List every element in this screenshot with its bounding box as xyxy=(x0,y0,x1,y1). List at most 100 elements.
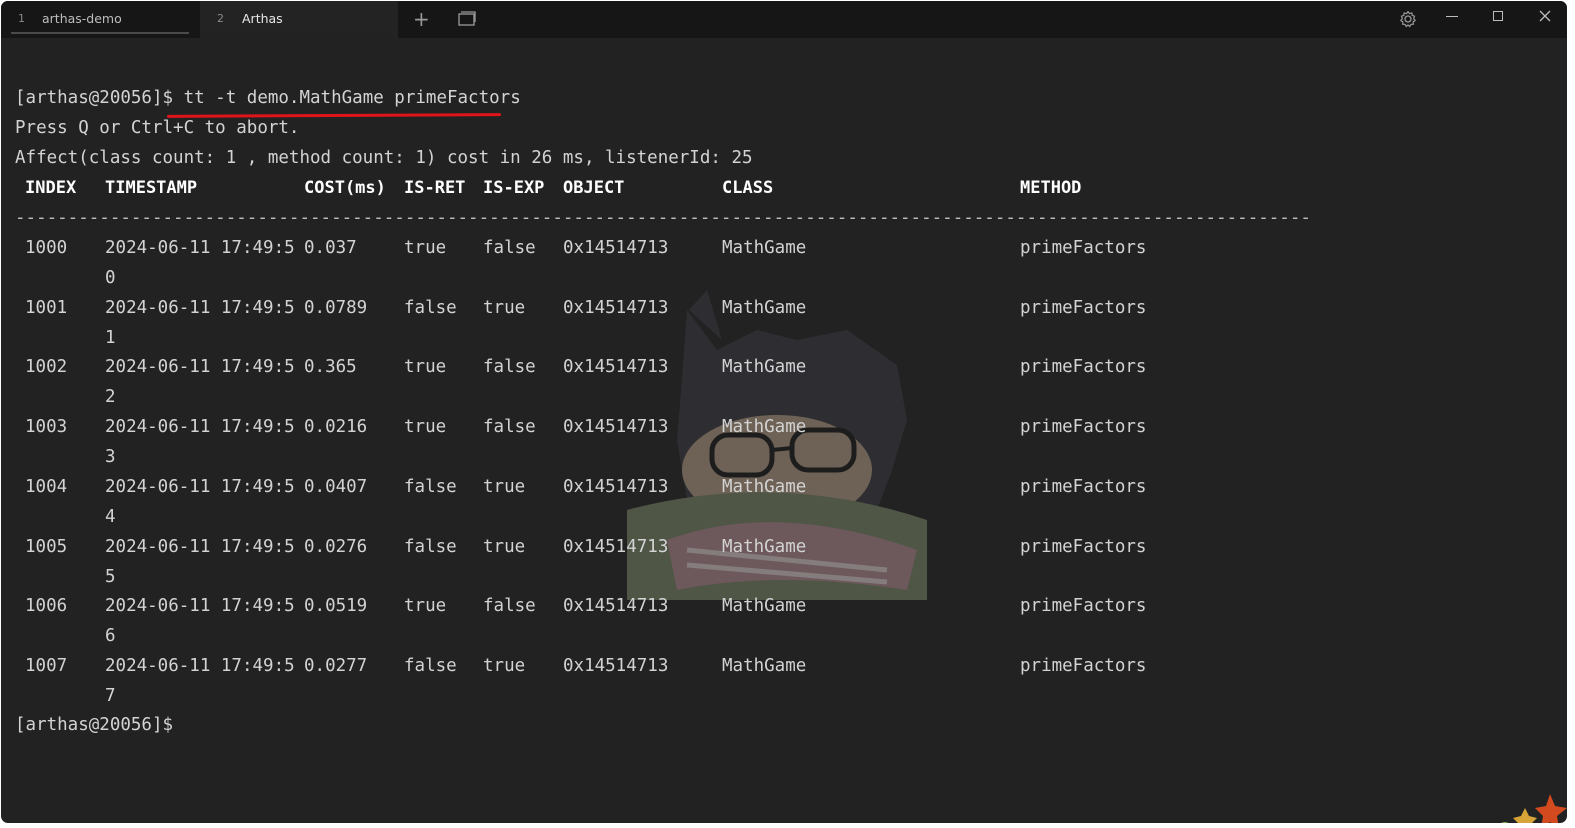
cell-is-exp: true xyxy=(483,297,526,318)
cell-class: MathGame xyxy=(722,476,807,497)
cell-cost: 0.0277 xyxy=(304,655,368,676)
tab-title: Arthas xyxy=(242,11,283,26)
cell-index: 1000 xyxy=(25,238,68,258)
tab-overview-icon[interactable] xyxy=(458,10,476,26)
terminal-window: 1 arthas-demo 2 Arthas + [arthas@20056]$… xyxy=(1,1,1567,823)
cell-is-ret: false xyxy=(404,476,457,497)
abort-hint: Press Q or Ctrl+C to abort. xyxy=(15,118,300,138)
cell-is-ret: true xyxy=(404,238,447,258)
minimize-icon[interactable] xyxy=(1446,16,1458,17)
cell-index: 1003 xyxy=(25,417,68,438)
cell-object: 0x14514713 xyxy=(563,357,669,378)
table-separator: ----------------------------------------… xyxy=(15,208,1311,228)
cell-index: 1006 xyxy=(25,596,68,617)
cell-is-ret: false xyxy=(404,536,457,557)
cell-timestamp: 2024-06-11 17:49:5 xyxy=(105,297,295,318)
cell-object: 0x14514713 xyxy=(563,655,669,676)
maximize-icon[interactable] xyxy=(1493,11,1503,21)
prompt: [arthas@20056]$ xyxy=(15,88,184,108)
cell-timestamp-wrap: 1 xyxy=(105,327,116,348)
cell-timestamp-wrap: 3 xyxy=(105,447,116,468)
command-text: tt -t demo.MathGame primeFactors xyxy=(183,88,521,108)
cell-is-ret: true xyxy=(404,596,447,617)
header-cost: COST(ms) xyxy=(304,178,386,198)
tab-number: 1 xyxy=(18,12,25,25)
cell-is-exp: false xyxy=(483,238,536,258)
cell-timestamp-wrap: 2 xyxy=(105,387,116,408)
cell-index: 1004 xyxy=(25,476,68,497)
cell-timestamp: 2024-06-11 17:49:5 xyxy=(105,357,295,378)
cell-is-ret: false xyxy=(404,655,457,676)
cell-cost: 0.0789 xyxy=(304,297,368,318)
cell-is-exp: false xyxy=(483,357,536,378)
cell-object: 0x14514713 xyxy=(563,297,669,318)
cell-index: 1001 xyxy=(25,297,68,318)
header-object: OBJECT xyxy=(563,178,625,198)
cell-is-ret: false xyxy=(404,297,457,318)
tab-number: 2 xyxy=(217,12,224,25)
cell-class: MathGame xyxy=(722,596,807,617)
cell-cost: 0.037 xyxy=(304,238,357,258)
cell-index: 1005 xyxy=(25,536,68,557)
cell-is-ret: true xyxy=(404,357,447,378)
cell-method: primeFactors xyxy=(1020,596,1147,617)
cell-timestamp-wrap: 5 xyxy=(105,566,116,587)
cell-class: MathGame xyxy=(722,297,807,318)
cell-is-exp: true xyxy=(483,476,526,497)
cell-cost: 0.365 xyxy=(304,357,357,378)
cell-timestamp: 2024-06-11 17:49:5 xyxy=(105,655,295,676)
terminal-output[interactable]: [arthas@20056]$ tt -t demo.MathGame prim… xyxy=(1,38,1567,823)
cell-is-exp: false xyxy=(483,417,536,438)
cell-object: 0x14514713 xyxy=(563,417,669,438)
cell-timestamp-wrap: 7 xyxy=(105,685,116,706)
cell-method: primeFactors xyxy=(1020,417,1147,438)
header-class: CLASS xyxy=(722,178,774,198)
cell-is-exp: false xyxy=(483,596,536,617)
cell-method: primeFactors xyxy=(1020,357,1147,378)
cell-object: 0x14514713 xyxy=(563,476,669,497)
cell-cost: 0.0407 xyxy=(304,476,368,497)
cell-timestamp: 2024-06-11 17:49:5 xyxy=(105,238,295,258)
cell-index: 1002 xyxy=(25,357,68,378)
close-icon[interactable] xyxy=(1537,8,1553,24)
cell-timestamp: 2024-06-11 17:49:5 xyxy=(105,536,295,557)
header-method: METHOD xyxy=(1020,178,1082,198)
tab-arthas-demo[interactable]: 1 arthas-demo xyxy=(1,1,197,38)
cell-index: 1007 xyxy=(25,655,68,676)
plus-icon[interactable]: + xyxy=(413,7,430,31)
header-timestamp: TIMESTAMP xyxy=(105,178,198,198)
cell-method: primeFactors xyxy=(1020,655,1147,676)
cell-class: MathGame xyxy=(722,238,807,258)
tab-title: arthas-demo xyxy=(42,11,122,26)
cell-is-ret: true xyxy=(404,417,447,438)
cell-class: MathGame xyxy=(722,536,807,557)
cell-object: 0x14514713 xyxy=(563,238,669,258)
cell-cost: 0.0276 xyxy=(304,536,368,557)
header-is-ret: IS-RET xyxy=(404,178,466,198)
affect-summary: Affect(class count: 1 , method count: 1)… xyxy=(15,148,753,168)
cell-method: primeFactors xyxy=(1020,238,1147,258)
cell-timestamp-wrap: 0 xyxy=(105,268,116,288)
cell-cost: 0.0216 xyxy=(304,417,368,438)
cell-object: 0x14514713 xyxy=(563,536,669,557)
gear-icon[interactable] xyxy=(1398,9,1418,29)
cell-timestamp: 2024-06-11 17:49:5 xyxy=(105,596,295,617)
header-index: INDEX xyxy=(25,178,77,198)
final-prompt: [arthas@20056]$ xyxy=(15,715,174,735)
cell-method: primeFactors xyxy=(1020,536,1147,557)
cell-cost: 0.0519 xyxy=(304,596,368,617)
cell-timestamp-wrap: 6 xyxy=(105,626,116,647)
header-is-exp: IS-EXP xyxy=(483,178,545,198)
cell-object: 0x14514713 xyxy=(563,596,669,617)
tab-arthas[interactable]: 2 Arthas xyxy=(200,1,398,38)
cell-timestamp-wrap: 4 xyxy=(105,506,116,527)
cell-method: primeFactors xyxy=(1020,476,1147,497)
cell-method: primeFactors xyxy=(1020,297,1147,318)
command-line: [arthas@20056]$ tt -t demo.MathGame prim… xyxy=(15,88,521,108)
tab-underline xyxy=(11,32,189,34)
cell-timestamp: 2024-06-11 17:49:5 xyxy=(105,417,295,438)
cell-class: MathGame xyxy=(722,417,807,438)
tab-bar: 1 arthas-demo 2 Arthas + xyxy=(1,1,1567,38)
cell-is-exp: true xyxy=(483,536,526,557)
cell-class: MathGame xyxy=(722,655,807,676)
